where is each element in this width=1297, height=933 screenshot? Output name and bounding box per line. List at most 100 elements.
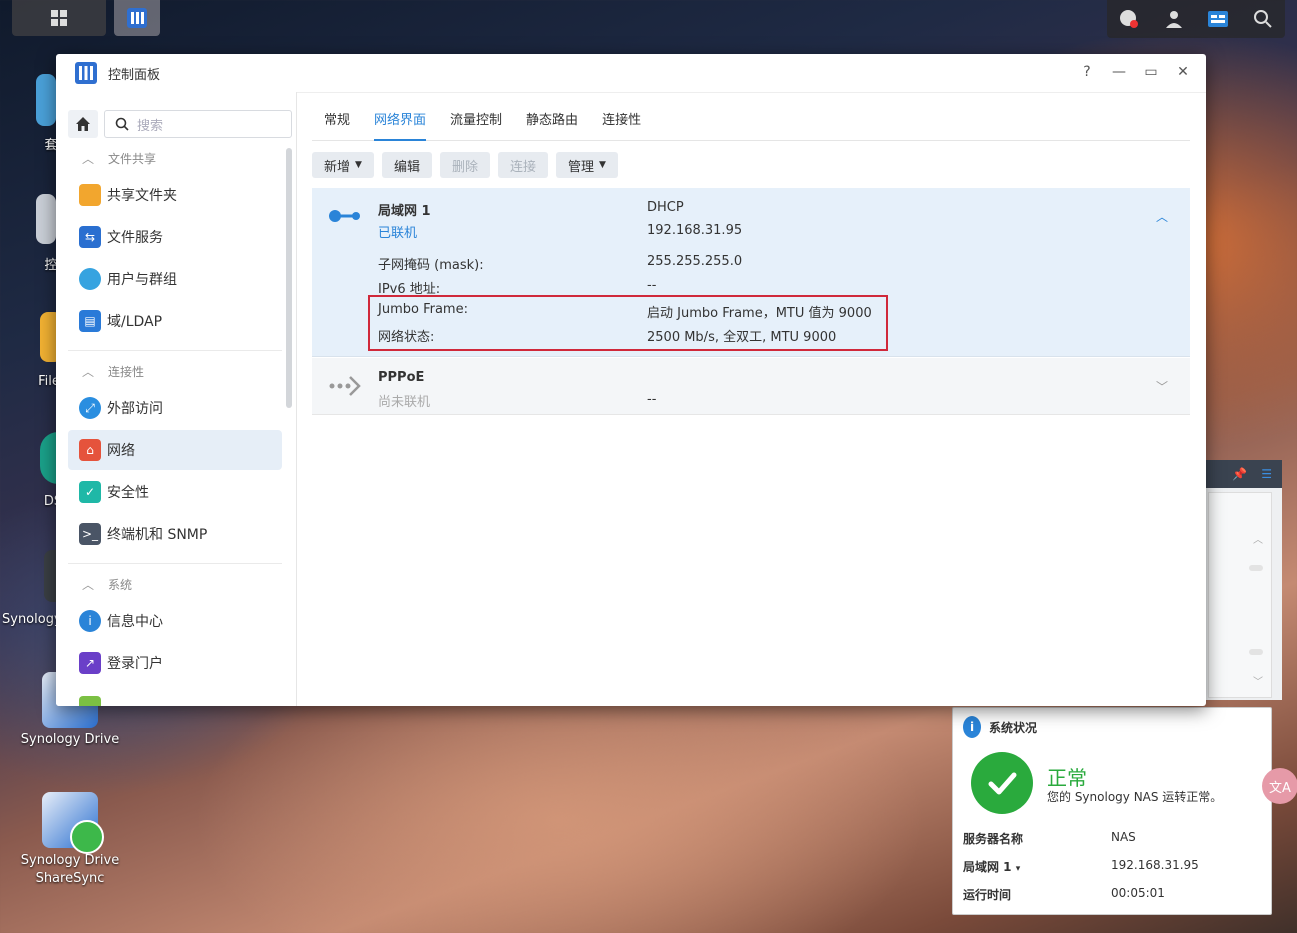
sidebar-item-users-groups[interactable]: 用户与群组 (68, 259, 282, 299)
login-portal-icon: ↗ (79, 652, 101, 674)
uptime-value: 00:05:01 (1111, 886, 1165, 900)
widget-panel-header: 📌 ☰ (1206, 460, 1282, 488)
content-area: 常规 网络界面 流量控制 静态路由 连接性 新增 ▼ 编辑 删除 连接 管理 ▼ 局… (312, 92, 1190, 706)
interface-name: PPPoE (378, 370, 425, 385)
sidebar-item-label: 文件服务 (107, 230, 163, 246)
section-file-sharing[interactable]: ︿ 文件共享 (68, 150, 282, 167)
sidebar: 搜索 ︿ 文件共享 共享文件夹 ⇆ 文件服务 用户与群组 ▤ 域/LDAP ︿ 连接性 … (56, 92, 297, 706)
chevron-down-icon[interactable]: ﹀ (1253, 673, 1263, 688)
translate-bubble-icon[interactable]: 文A (1262, 768, 1297, 804)
chevron-up-icon: ︿ (82, 152, 95, 166)
help-button[interactable]: ? (1078, 64, 1096, 80)
sidebar-item-info-center[interactable]: i 信息中心 (68, 601, 282, 641)
chevron-up-icon[interactable]: ︿ (1156, 208, 1168, 225)
ldap-icon: ▤ (79, 310, 101, 332)
sidebar-item-shared-folder[interactable]: 共享文件夹 (68, 175, 282, 215)
sidebar-scrollbar[interactable] (286, 148, 292, 408)
system-health-widget: i 系统状况 正常 您的 Synology NAS 运转正常。 服务器名称 NA… (952, 707, 1272, 915)
sidebar-item-label: 登录门户 (107, 656, 163, 672)
section-label: 文件共享 (108, 152, 157, 166)
pppoe-disconnected-icon (329, 376, 361, 396)
search-input[interactable]: 搜索 (104, 110, 292, 138)
control-panel-icon (75, 62, 97, 84)
minimize-button[interactable]: — (1110, 64, 1128, 80)
sidebar-item-label: 信息中心 (107, 614, 163, 630)
ipv6-value: -- (647, 278, 657, 293)
widgets-icon[interactable] (1205, 6, 1231, 32)
subnet-mask-value: 255.255.255.0 (647, 254, 743, 269)
uptime-label: 运行时间 (963, 888, 1012, 902)
tab-static-route[interactable]: 静态路由 (514, 112, 590, 140)
desktop-icon-label: Synology Drive ShareSync (20, 853, 120, 886)
notifications-icon[interactable] (1116, 6, 1142, 32)
sidebar-item-security[interactable]: ✓ 安全性 (68, 472, 282, 512)
sidebar-item-file-services[interactable]: ⇆ 文件服务 (68, 217, 282, 257)
widget-settings-icon[interactable]: ☰ (1261, 467, 1272, 481)
desktop-icon-drive-sharesync[interactable]: Synology Drive ShareSync (14, 792, 126, 888)
desktop-icon-label: Synology Drive (20, 732, 120, 747)
interface-ip: 192.168.31.95 (647, 223, 743, 238)
user-icon[interactable] (1161, 6, 1187, 32)
tab-connectivity[interactable]: 连接性 (590, 112, 653, 140)
file-services-icon: ⇆ (79, 226, 101, 248)
caret-down-icon: ▼ (599, 160, 606, 170)
interface-name: 局域网 1 (378, 204, 431, 219)
chevron-down-icon[interactable]: ﹀ (1156, 378, 1168, 395)
widget-title: 系统状况 (989, 720, 1038, 735)
tab-general[interactable]: 常规 (312, 112, 362, 140)
search-placeholder: 搜索 (137, 118, 164, 134)
server-name-value: NAS (1111, 830, 1136, 844)
terminal-icon: >_ (79, 523, 101, 545)
interface-lan1[interactable]: 局域网 1 已联机 DHCP 192.168.31.95 ︿ 子网掩码 (mas… (312, 188, 1190, 357)
close-button[interactable]: ✕ (1174, 64, 1192, 80)
sidebar-item-external-access[interactable]: ⤢ 外部访问 (68, 388, 282, 428)
sidebar-item-label: 域/LDAP (107, 314, 163, 330)
widget-panel: 📌 ☰ ︿ ﹀ (1206, 460, 1282, 700)
sharesync-icon (42, 792, 104, 854)
pin-icon[interactable]: 📌 (1232, 467, 1247, 481)
sidebar-item-terminal-snmp[interactable]: >_ 终端机和 SNMP (68, 514, 282, 554)
tab-network-interface[interactable]: 网络界面 (362, 112, 438, 141)
lan-selector[interactable]: 局域网 1 ▾ (963, 858, 1020, 875)
home-icon (76, 117, 90, 131)
sidebar-item-label: 用户与群组 (107, 272, 177, 288)
section-connectivity[interactable]: ︿ 连接性 (68, 363, 282, 380)
delete-button[interactable]: 删除 (439, 152, 490, 178)
interface-mode: DHCP (647, 200, 684, 215)
control-panel-window: 控制面板 ? — ▭ ✕ 搜索 ︿ 文件共享 共享文件夹 ⇆ 文件服务 用户与群组 … (56, 54, 1206, 706)
sidebar-item-login-portal[interactable]: ↗ 登录门户 (68, 643, 282, 683)
caret-down-icon: ▼ (355, 160, 362, 170)
section-system[interactable]: ︿ 系统 (68, 576, 282, 593)
sidebar-item-domain-ldap[interactable]: ▤ 域/LDAP (68, 301, 282, 341)
interface-value: -- (647, 392, 657, 407)
widget-header: i 系统状况 (963, 716, 1037, 738)
shield-icon: ✓ (79, 481, 101, 503)
maximize-button[interactable]: ▭ (1142, 64, 1160, 80)
interface-pppoe[interactable]: PPPoE 尚未联机 -- ﹀ (312, 358, 1190, 415)
edit-button[interactable]: 编辑 (381, 152, 432, 178)
info-icon: i (963, 716, 981, 738)
home-button[interactable] (68, 110, 98, 138)
search-icon[interactable] (1250, 6, 1276, 32)
taskbar-control-panel[interactable] (114, 0, 160, 36)
chevron-up-icon[interactable]: ︿ (1253, 531, 1263, 546)
interface-status: 已联机 (378, 226, 418, 241)
sidebar-item-network[interactable]: ⌂ 网络 (68, 430, 282, 470)
lan-connected-icon (329, 210, 360, 222)
tab-traffic-control[interactable]: 流量控制 (438, 112, 514, 140)
window-titlebar[interactable]: 控制面板 ? — ▭ ✕ (56, 54, 1206, 93)
connect-button[interactable]: 连接 (497, 152, 548, 178)
toolbar: 新增 ▼ 编辑 删除 连接 管理 ▼ (312, 152, 618, 178)
subnet-mask-label: 子网掩码 (mask): (378, 258, 484, 273)
section-label: 系统 (108, 578, 133, 592)
sidebar-item-label: 外部访问 (107, 401, 163, 417)
manage-button[interactable]: 管理 ▼ (555, 152, 618, 178)
server-name-label: 服务器名称 (963, 832, 1024, 846)
health-status: 正常 (1047, 766, 1087, 790)
show-desktop-button[interactable] (12, 0, 106, 36)
divider (68, 350, 282, 351)
add-button[interactable]: 新增 ▼ (312, 152, 374, 178)
sidebar-item-label: 网络 (107, 443, 135, 459)
widget-panel-body: ︿ ﹀ (1208, 492, 1272, 698)
folder-icon (79, 184, 101, 206)
